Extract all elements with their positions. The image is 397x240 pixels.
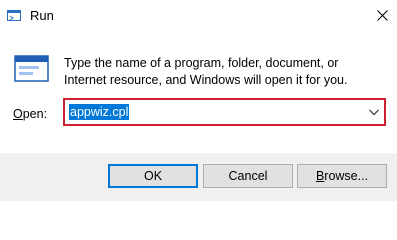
open-label-text: pen: (22, 107, 48, 121)
ok-button[interactable]: OK (108, 164, 198, 188)
title-bar: Run (0, 0, 397, 32)
browse-label-text: rowse... (324, 169, 369, 183)
instruction-text: Type the name of a program, folder, docu… (64, 56, 348, 87)
run-app-icon (7, 10, 21, 21)
cancel-button-label: Cancel (228, 169, 268, 183)
open-label-mnemonic: O (13, 107, 23, 121)
run-program-icon (14, 55, 49, 82)
ok-button-label: OK (143, 169, 163, 183)
open-input[interactable]: appwiz.cpl (66, 101, 362, 123)
close-icon (376, 9, 388, 21)
window-title: Run (30, 8, 54, 23)
open-label: Open: (13, 106, 47, 122)
dialog-content: Type the name of a program, folder, docu… (0, 32, 397, 153)
browse-button[interactable]: Browse... (297, 164, 387, 188)
close-button[interactable] (367, 0, 397, 30)
chevron-down-icon[interactable] (368, 107, 380, 117)
browse-button-label: Browse... (316, 169, 368, 183)
cancel-button[interactable]: Cancel (203, 164, 293, 188)
open-combobox[interactable]: appwiz.cpl (63, 98, 386, 126)
button-bar: OK Cancel Browse... (0, 153, 397, 201)
open-input-value: appwiz.cpl (69, 104, 130, 120)
